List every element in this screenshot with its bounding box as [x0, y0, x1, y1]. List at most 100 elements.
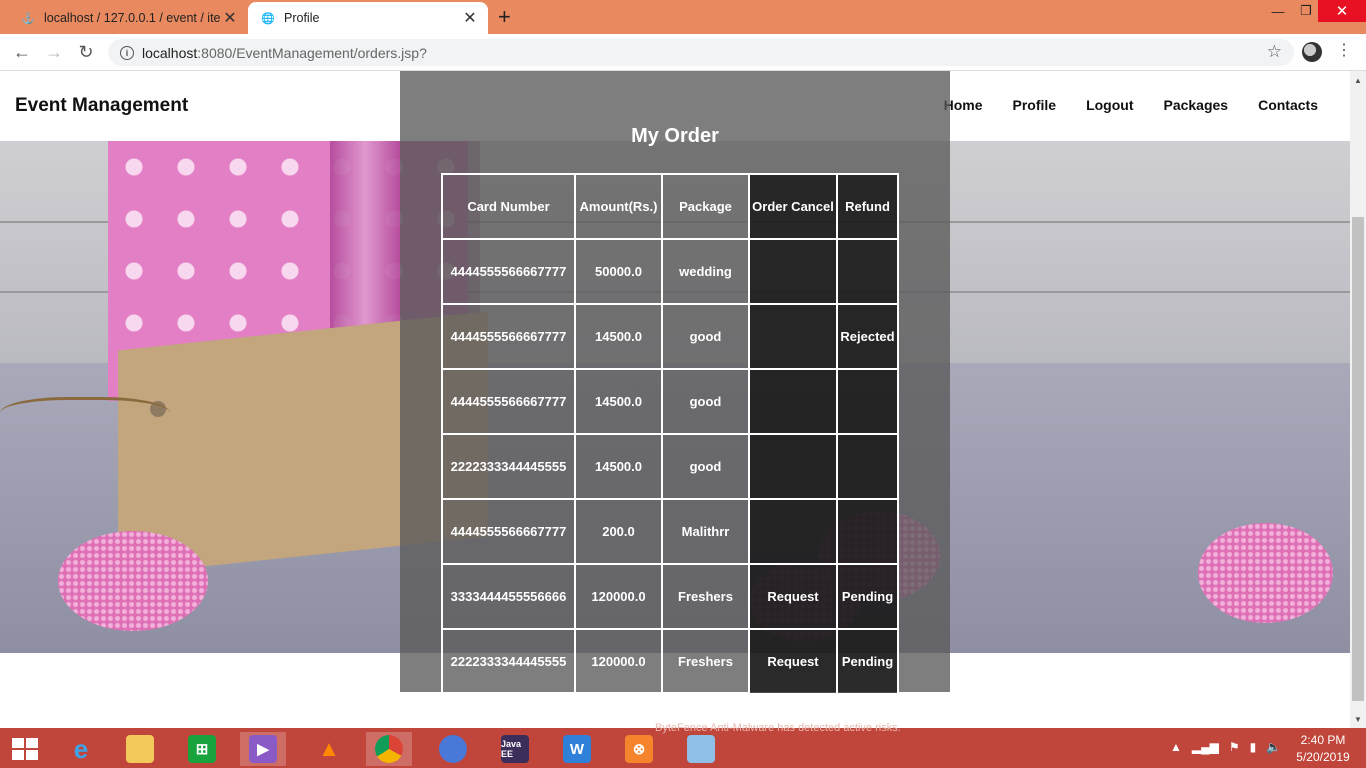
chrome-alt-icon[interactable]	[430, 732, 476, 766]
package-cell: Malithrr	[661, 498, 750, 565]
package-cell: good	[661, 303, 750, 370]
card-number-cell: 4444555566667777	[441, 498, 576, 565]
refund-cell	[836, 368, 899, 435]
page-scrollbar[interactable]: ▲ ▼	[1350, 71, 1366, 728]
forward-icon[interactable]: →	[42, 40, 66, 64]
column-header-refund: Refund	[836, 173, 899, 240]
address-bar-row: ← → ↻ i localhost:8080/EventManagement/o…	[0, 34, 1366, 71]
package-cell: wedding	[661, 238, 750, 305]
amount-cell: 14500.0	[574, 433, 663, 500]
system-clock[interactable]: 2:40 PM 5/20/2019	[1288, 732, 1358, 766]
table-header-row: Card Number Amount(Rs.) Package Order Ca…	[441, 173, 899, 240]
crochet-heart-image	[58, 531, 208, 631]
url-path: :8080/EventManagement/orders.jsp?	[197, 44, 427, 61]
scroll-down-arrow-icon[interactable]: ▼	[1350, 712, 1366, 726]
visual-studio-icon[interactable]: ▶	[240, 732, 286, 766]
tab-title: Profile	[284, 11, 320, 25]
refund-status-cell: Pending	[836, 628, 899, 695]
w-app-icon[interactable]: W	[554, 732, 600, 766]
refund-status-cell: Rejected	[836, 303, 899, 370]
clock-time: 2:40 PM	[1300, 733, 1346, 747]
refund-cell	[836, 433, 899, 500]
column-header-package: Package	[661, 173, 750, 240]
column-header-order-cancel: Order Cancel	[748, 173, 838, 240]
nav-packages[interactable]: Packages	[1163, 97, 1228, 113]
cancel-request-link[interactable]: Request	[748, 563, 838, 630]
site-brand[interactable]: Event Management	[15, 95, 188, 117]
order-cancel-cell	[748, 368, 838, 435]
close-tab-icon[interactable]: ✕	[460, 8, 480, 28]
card-number-cell: 2222333344445555	[441, 628, 576, 695]
close-window-icon[interactable]: ✕	[1318, 0, 1366, 22]
nav-links: Home Profile Logout Packages Contacts	[944, 97, 1318, 113]
windows-taskbar: ByteFence Anti-Malware has detected acti…	[0, 722, 1366, 768]
windows-start-icon[interactable]	[12, 738, 38, 760]
notepad-icon[interactable]	[678, 732, 724, 766]
refund-status-cell: Pending	[836, 563, 899, 630]
scroll-up-arrow-icon[interactable]: ▲	[1350, 73, 1366, 87]
maximize-icon[interactable]: ❐	[1292, 0, 1320, 22]
tab-profile[interactable]: 🌐 Profile ✕	[248, 2, 488, 34]
crochet-heart-image	[1198, 523, 1333, 623]
column-header-card-number: Card Number	[441, 173, 576, 240]
cancel-request-link[interactable]: Request	[748, 628, 838, 695]
network-icon[interactable]: ▂▄▆	[1192, 740, 1219, 754]
amount-cell: 14500.0	[574, 368, 663, 435]
file-explorer-icon[interactable]	[117, 732, 163, 766]
table-row: 4444555566667777 50000.0 wedding	[441, 238, 899, 305]
package-cell: good	[661, 368, 750, 435]
url-field[interactable]: i localhost:8080/EventManagement/orders.…	[108, 39, 1294, 66]
table-row: 2222333344445555 120000.0 Freshers Reque…	[441, 628, 899, 695]
security-alert-icon[interactable]: ⚑	[1229, 740, 1240, 754]
refund-cell	[836, 238, 899, 305]
amount-cell: 50000.0	[574, 238, 663, 305]
nav-profile[interactable]: Profile	[1012, 97, 1056, 113]
profile-avatar-icon[interactable]	[1302, 42, 1322, 62]
order-cancel-cell	[748, 303, 838, 370]
volume-icon[interactable]: 🔈	[1266, 740, 1281, 754]
globe-icon: 🌐	[261, 12, 275, 25]
page-title: My Order	[631, 125, 719, 147]
scroll-thumb[interactable]	[1352, 217, 1364, 701]
tab-phpmyadmin[interactable]: ⚓ localhost / 127.0.0.1 / event / ite ✕	[8, 2, 248, 34]
vlc-icon[interactable]: ▲	[306, 732, 352, 766]
minimize-icon[interactable]: —	[1264, 0, 1292, 22]
back-icon[interactable]: ←	[10, 40, 34, 64]
tab-title: localhost / 127.0.0.1 / event / ite	[44, 11, 220, 25]
bookmark-star-icon[interactable]: ☆	[1267, 42, 1282, 62]
card-number-cell: 2222333344445555	[441, 433, 576, 500]
order-panel: My Order Card Number Amount(Rs.) Package…	[400, 71, 950, 695]
phpmyadmin-icon: ⚓	[21, 12, 35, 25]
nav-logout[interactable]: Logout	[1086, 97, 1133, 113]
nav-contacts[interactable]: Contacts	[1258, 97, 1318, 113]
card-number-cell: 4444555566667777	[441, 238, 576, 305]
battery-icon[interactable]: ▮	[1250, 740, 1257, 754]
table-row: 4444555566667777 14500.0 good Rejected	[441, 303, 899, 370]
menu-kebab-icon[interactable]: ⋮	[1336, 40, 1352, 60]
package-cell: Freshers	[661, 563, 750, 630]
table-row: 3333444455556666 120000.0 Freshers Reque…	[441, 563, 899, 630]
page-viewport: Event Management Home Profile Logout Pac…	[0, 71, 1350, 728]
table-row: 4444555566667777 200.0 Malithrr	[441, 498, 899, 565]
xampp-icon[interactable]: ⊗	[616, 732, 662, 766]
store-icon[interactable]: ⊞	[179, 732, 225, 766]
amount-cell: 120000.0	[574, 628, 663, 695]
amount-cell: 14500.0	[574, 303, 663, 370]
order-cancel-cell	[748, 498, 838, 565]
package-cell: good	[661, 433, 750, 500]
show-hidden-icons-icon[interactable]: ▲	[1170, 740, 1182, 754]
chrome-icon[interactable]	[366, 732, 412, 766]
new-tab-button[interactable]: +	[498, 6, 511, 28]
column-header-amount: Amount(Rs.)	[574, 173, 663, 240]
reload-icon[interactable]: ↻	[74, 40, 98, 64]
internet-explorer-icon[interactable]: e	[58, 732, 104, 766]
java-ee-ide-icon[interactable]: Java EE	[492, 732, 538, 766]
card-number-cell: 4444555566667777	[441, 303, 576, 370]
twine-string-image	[0, 397, 170, 437]
package-cell: Freshers	[661, 628, 750, 695]
close-tab-icon[interactable]: ✕	[220, 8, 240, 28]
amount-cell: 200.0	[574, 498, 663, 565]
card-number-cell: 3333444455556666	[441, 563, 576, 630]
table-row: 4444555566667777 14500.0 good	[441, 368, 899, 435]
info-icon[interactable]: i	[120, 45, 134, 60]
